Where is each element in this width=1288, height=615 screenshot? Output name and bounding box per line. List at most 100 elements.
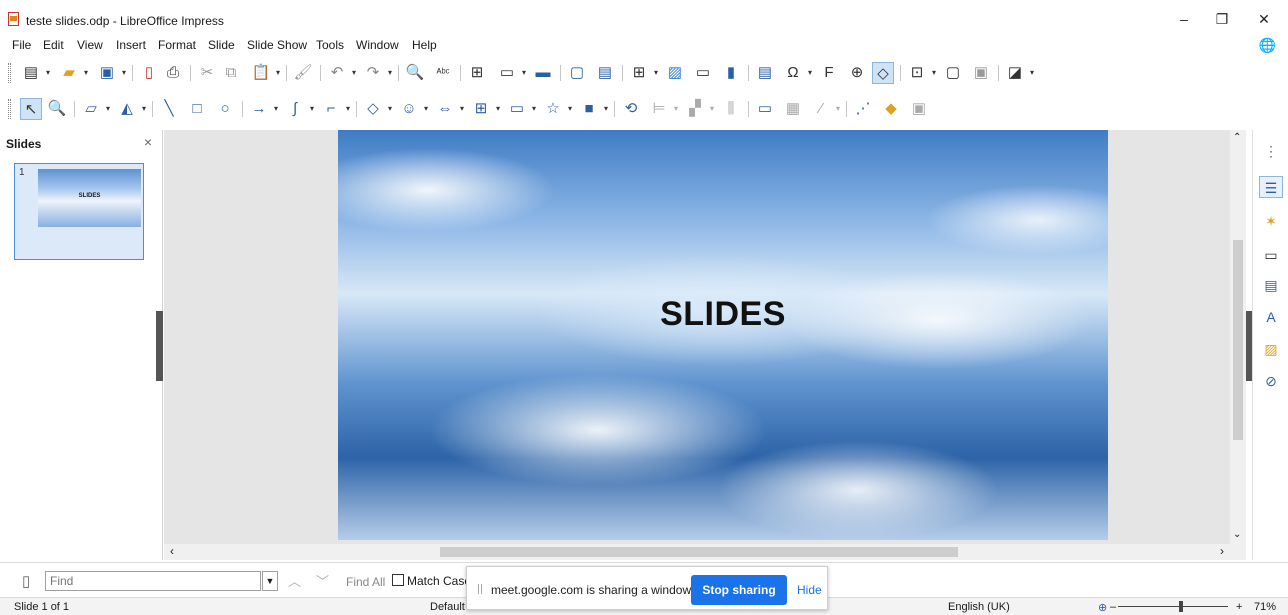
chevron-down-icon[interactable]: ▾ [806, 62, 814, 84]
connector-icon[interactable]: ⌐ [320, 98, 342, 120]
drag-handle-icon[interactable] [478, 584, 482, 594]
filter-icon[interactable]: ⁄ [810, 98, 832, 120]
chevron-down-icon[interactable]: ▾ [308, 98, 316, 120]
slide-layout-icon[interactable]: ◪ [1004, 62, 1026, 84]
ellipse-icon[interactable]: ○ [214, 98, 236, 120]
undo-icon[interactable]: ↶ [326, 62, 348, 84]
chevron-down-icon[interactable]: ▾ [104, 98, 112, 120]
points-icon[interactable]: ⋰ [852, 98, 874, 120]
line-color-icon[interactable]: ▱ [80, 98, 102, 120]
zoom-out-icon[interactable]: – [1110, 601, 1116, 613]
chevron-down-icon[interactable]: ▾ [386, 62, 394, 84]
master-slides-icon[interactable]: ▤ [1259, 274, 1283, 296]
block-arrows-icon[interactable]: ⇔ [434, 98, 456, 120]
cut-icon[interactable]: ✂ [196, 62, 218, 84]
crop-icon[interactable]: ▦ [782, 98, 804, 120]
find-previous-icon[interactable]: ︿ [288, 571, 301, 590]
slide[interactable]: SLIDES [338, 130, 1108, 540]
zoom-in-icon[interactable]: + [1236, 601, 1242, 613]
vertical-scrollbar[interactable]: ⌃ ⌄ [1230, 130, 1246, 544]
chevron-down-icon[interactable]: ▾ [602, 98, 610, 120]
chevron-down-icon[interactable]: ▾ [140, 98, 148, 120]
arrange-icon[interactable]: ▞ [684, 98, 706, 120]
table-icon[interactable]: ⊞ [628, 62, 650, 84]
zoom-slider-knob[interactable] [1179, 601, 1183, 612]
chevron-down-icon[interactable]: ▾ [530, 98, 538, 120]
gallery-icon[interactable]: ▨ [1259, 338, 1283, 360]
slide-title[interactable]: SLIDES [338, 295, 1108, 334]
hide-button[interactable]: Hide [797, 583, 822, 597]
chevron-down-icon[interactable]: ▾ [344, 98, 352, 120]
chevron-down-icon[interactable]: ▾ [566, 98, 574, 120]
master-slide-icon[interactable]: ▬ [532, 62, 554, 84]
chevron-down-icon[interactable]: ▾ [834, 98, 842, 120]
toolbar-grip[interactable] [8, 63, 11, 83]
paste-icon[interactable]: 📋 [250, 62, 272, 84]
slide-layout-status[interactable]: Default [430, 601, 465, 613]
close-find-icon[interactable]: ▯ [22, 572, 30, 590]
chevron-down-icon[interactable]: ▾ [672, 98, 680, 120]
media-icon[interactable]: ▭ [692, 62, 714, 84]
chevron-down-icon[interactable]: ▾ [82, 62, 90, 84]
basic-shapes-icon[interactable]: ◇ [362, 98, 384, 120]
menu-format[interactable]: Format [158, 38, 196, 52]
chevron-down-icon[interactable]: ▾ [520, 62, 528, 84]
toolbar-grip[interactable] [8, 99, 11, 119]
curve-icon[interactable]: ∫ [284, 98, 306, 120]
chevron-down-icon[interactable]: ▾ [494, 98, 502, 120]
chevron-down-icon[interactable]: ▾ [930, 62, 938, 84]
toggle-extrusion-icon[interactable]: ▣ [908, 98, 930, 120]
line-icon[interactable]: ╲ [158, 98, 180, 120]
menu-edit[interactable]: Edit [43, 38, 64, 52]
properties-icon[interactable]: ☰ [1259, 176, 1283, 198]
rectangle-icon[interactable]: □ [186, 98, 208, 120]
minimize-button[interactable]: – [1168, 8, 1200, 30]
text-box-icon[interactable]: ▤ [754, 62, 776, 84]
match-case-label[interactable]: Match Case [407, 574, 471, 588]
globe-icon[interactable]: 🌐 [1259, 37, 1276, 54]
start-current-slide-icon[interactable]: ▤ [594, 62, 616, 84]
menu-slide[interactable]: Slide [208, 38, 235, 52]
menu-insert[interactable]: Insert [116, 38, 146, 52]
chevron-down-icon[interactable]: ▾ [44, 62, 52, 84]
callout-icon[interactable]: ▭ [506, 98, 528, 120]
special-character-icon[interactable]: Ω [782, 62, 804, 84]
match-case-checkbox[interactable] [392, 574, 404, 586]
chevron-down-icon[interactable]: ▾ [652, 62, 660, 84]
sidebar-menu-icon[interactable]: ⋮ [1259, 140, 1283, 162]
panel-collapse-handle[interactable] [156, 311, 163, 381]
stop-sharing-button[interactable]: Stop sharing [691, 575, 787, 605]
chevron-down-icon[interactable]: ▾ [272, 98, 280, 120]
fill-color-icon[interactable]: ◭ [116, 98, 138, 120]
chart-icon[interactable]: ▮ [720, 62, 742, 84]
menu-tools[interactable]: Tools [316, 38, 344, 52]
close-button[interactable]: ✕ [1248, 8, 1280, 30]
styles-icon[interactable]: A [1259, 306, 1283, 328]
display-grid-icon[interactable]: ⊞ [466, 62, 488, 84]
chevron-down-icon[interactable]: ▾ [350, 62, 358, 84]
show-draw-functions-icon[interactable]: ◇ [872, 62, 894, 84]
align-icon[interactable]: ⊨ [648, 98, 670, 120]
transformations-icon[interactable]: ⊕ [846, 62, 868, 84]
zoom-slider[interactable] [1118, 606, 1228, 607]
display-views-icon[interactable]: ▭ [496, 62, 518, 84]
menu-window[interactable]: Window [356, 38, 399, 52]
horizontal-scrollbar[interactable]: ‹ › [164, 544, 1246, 560]
start-first-slide-icon[interactable]: ▢ [566, 62, 588, 84]
find-replace-icon[interactable]: 🔍 [404, 62, 426, 84]
3d-objects-icon[interactable]: ■ [578, 98, 600, 120]
flowchart-icon[interactable]: ⊞ [470, 98, 492, 120]
menu-view[interactable]: View [77, 38, 103, 52]
chevron-down-icon[interactable]: ▾ [274, 62, 282, 84]
glue-points-icon[interactable]: ◆ [880, 98, 902, 120]
image-icon[interactable]: ▨ [664, 62, 686, 84]
chevron-down-icon[interactable]: ▾ [422, 98, 430, 120]
chevron-down-icon[interactable]: ▾ [120, 62, 128, 84]
arrow-icon[interactable]: → [248, 98, 270, 120]
delete-slide-icon[interactable]: ▣ [970, 62, 992, 84]
shadow-icon[interactable]: ▭ [754, 98, 776, 120]
menu-file[interactable]: File [12, 38, 31, 52]
zoom-level[interactable]: 71% [1254, 601, 1276, 613]
find-next-icon[interactable]: ﹀ [316, 571, 329, 590]
symbol-shapes-icon[interactable]: ☺ [398, 98, 420, 120]
